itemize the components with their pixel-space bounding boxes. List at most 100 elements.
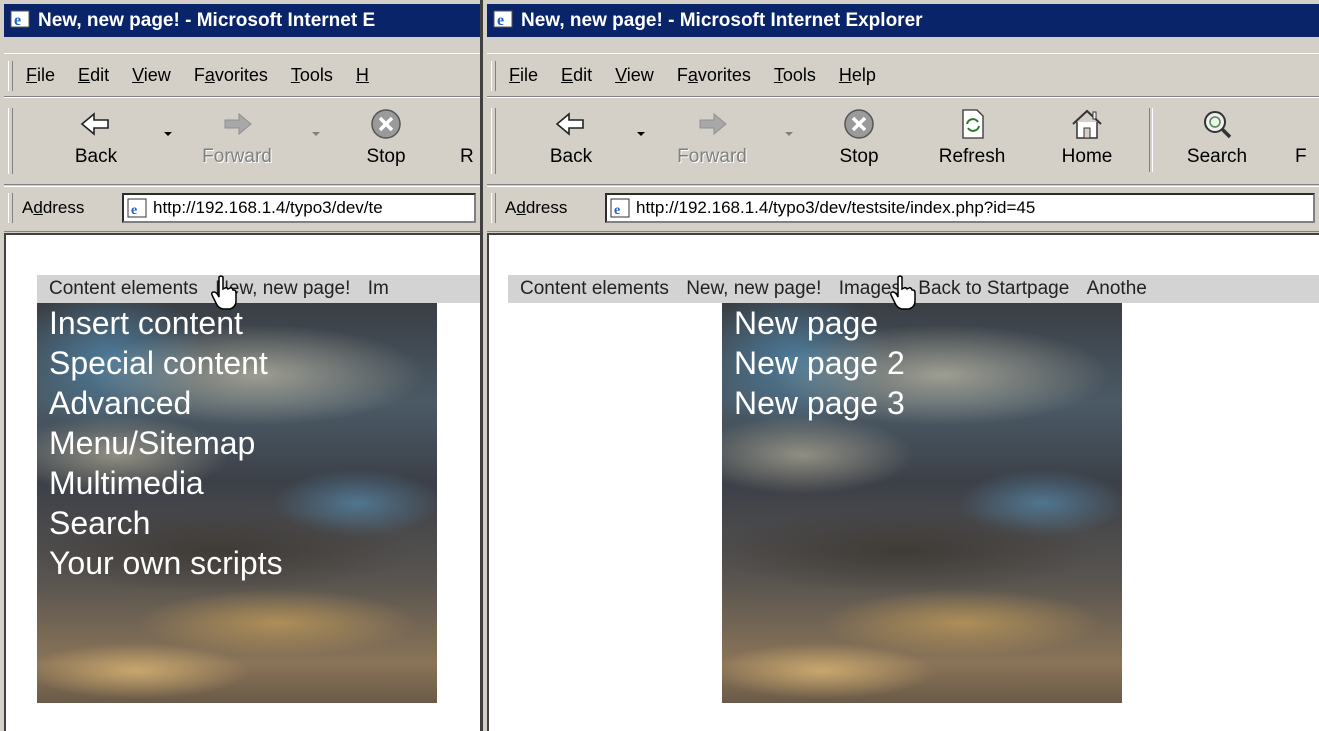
menu-edit-label: dit (573, 65, 593, 85)
address-label: Address (505, 198, 568, 217)
nav-link-content-elements[interactable]: Content elements (520, 275, 669, 303)
menu-tools-label: ools (782, 65, 816, 85)
address-bar: Address e http://192.168.1.4/typo3/dev/t… (4, 186, 480, 232)
submenu-item[interactable]: Advanced (49, 383, 283, 423)
back-dropdown[interactable] (637, 132, 645, 136)
stop-label: Stop (839, 146, 879, 167)
address-url: http://192.168.1.4/typo3/dev/testsite/in… (636, 198, 1036, 217)
ie-logo-icon: e (10, 10, 30, 29)
menu-file[interactable]: File (509, 54, 538, 96)
forward-arrow-icon (224, 112, 252, 136)
favorites-label: F (1295, 146, 1307, 167)
submenu-item[interactable]: New page 3 (734, 383, 905, 423)
home-icon (1072, 109, 1102, 139)
forward-dropdown[interactable] (785, 132, 793, 136)
refresh-button[interactable]: Refresh (927, 106, 1017, 176)
submenu-item[interactable]: Special content (49, 343, 283, 383)
submenu-item[interactable]: Search (49, 503, 283, 543)
forward-label: Forward (202, 146, 272, 167)
stop-button[interactable]: Stop (821, 106, 897, 176)
back-button[interactable]: Back (60, 106, 132, 176)
nav-link-back-to-startpage[interactable]: Back to Startpage (918, 275, 1069, 303)
hand-cursor-icon (211, 275, 237, 310)
address-url: http://192.168.1.4/typo3/dev/te (153, 198, 383, 217)
menu-favorites[interactable]: Favorites (677, 54, 751, 96)
browser-window-left: e New, new page! - Microsoft Internet E … (0, 0, 483, 731)
submenu-item[interactable]: Insert content (49, 303, 283, 343)
submenu-item[interactable]: New page (734, 303, 905, 343)
menu-tools[interactable]: Tools (774, 54, 816, 96)
back-label: Back (74, 146, 118, 167)
svg-text:e: e (497, 12, 504, 29)
address-bar: Address e http://192.168.1.4/typo3/dev/t… (487, 186, 1319, 232)
forward-button[interactable]: Forward (667, 106, 757, 176)
refresh-button[interactable]: R (460, 106, 480, 176)
submenu-item[interactable]: Your own scripts (49, 543, 283, 583)
stop-icon (371, 109, 401, 139)
menu-file-label: ile (520, 65, 539, 85)
address-input[interactable]: e http://192.168.1.4/typo3/dev/testsite/… (605, 193, 1315, 223)
menu-file[interactable]: File (26, 54, 55, 96)
toolbar-grip[interactable] (491, 108, 496, 174)
stop-button[interactable]: Stop (348, 106, 424, 176)
menu-view-label: iew (143, 65, 171, 85)
menu-view[interactable]: View (132, 54, 171, 96)
menu-bar: File Edit View Favorites Tools Help (487, 53, 1319, 97)
toolbar-grip[interactable] (8, 108, 13, 174)
forward-label: Forward (677, 146, 747, 167)
submenu-list: New page New page 2 New page 3 (734, 303, 905, 423)
menu-view-label: iew (626, 65, 654, 85)
toolbar: Back Forward Stop R (4, 97, 480, 185)
menu-bar: File Edit View Favorites Tools H (4, 53, 480, 97)
menu-edit[interactable]: Edit (561, 54, 592, 96)
page-viewport: Content elements New, new page! Images B… (487, 233, 1319, 731)
ie-logo-icon: e (493, 10, 513, 29)
toolbar: Back Forward Stop Refresh Home Search F (487, 97, 1319, 185)
svg-text:e: e (614, 203, 620, 218)
menu-help[interactable]: Help (839, 54, 876, 96)
nav-menu: Content elements New, new page! Im (37, 275, 480, 303)
menu-grip[interactable] (491, 61, 496, 92)
title-bar[interactable]: e New, new page! - Microsoft Internet Ex… (487, 4, 1319, 37)
refresh-icon (962, 109, 984, 139)
address-grip[interactable] (8, 193, 13, 223)
address-label: Address (22, 198, 85, 217)
favorites-button[interactable]: F (1295, 106, 1319, 176)
browser-window-right: e New, new page! - Microsoft Internet Ex… (483, 0, 1319, 731)
submenu-item[interactable]: Multimedia (49, 463, 283, 503)
menu-grip[interactable] (8, 61, 13, 92)
menu-favorites[interactable]: Favorites (194, 54, 268, 96)
nav-link-another[interactable]: Anothe (1087, 275, 1147, 303)
forward-dropdown[interactable] (312, 132, 320, 136)
back-dropdown[interactable] (164, 132, 172, 136)
submenu-list: Insert content Special content Advanced … (49, 303, 283, 583)
menu-view[interactable]: View (615, 54, 654, 96)
menu-help[interactable]: H (356, 54, 369, 96)
toolbar-separator (1149, 108, 1153, 172)
back-arrow-icon (555, 112, 584, 136)
home-button[interactable]: Home (1049, 106, 1125, 176)
svg-text:e: e (131, 203, 137, 218)
title-bar[interactable]: e New, new page! - Microsoft Internet E (4, 4, 480, 37)
menu-file-label: ile (37, 65, 56, 85)
home-label: Home (1061, 146, 1113, 167)
menu-favorites-label: vorites (214, 65, 268, 85)
refresh-label: Refresh (938, 146, 1006, 167)
back-button[interactable]: Back (535, 106, 607, 176)
menu-help-label: elp (851, 65, 876, 85)
menu-tools[interactable]: Tools (291, 54, 333, 96)
menu-tools-label: ools (299, 65, 333, 85)
address-grip[interactable] (491, 193, 496, 223)
back-arrow-icon (80, 112, 109, 136)
submenu-item[interactable]: New page 2 (734, 343, 905, 383)
page-icon: e (127, 198, 147, 218)
nav-link-new-new-page[interactable]: New, new page! (686, 275, 821, 303)
menu-favorites-pre: F (676, 65, 688, 85)
address-input[interactable]: e http://192.168.1.4/typo3/dev/te (122, 193, 476, 223)
search-button[interactable]: Search (1175, 106, 1259, 176)
forward-button[interactable]: Forward (192, 106, 282, 176)
nav-link-images[interactable]: Im (368, 275, 389, 303)
menu-edit[interactable]: Edit (78, 54, 109, 96)
nav-link-content-elements[interactable]: Content elements (49, 275, 198, 303)
submenu-item[interactable]: Menu/Sitemap (49, 423, 283, 463)
